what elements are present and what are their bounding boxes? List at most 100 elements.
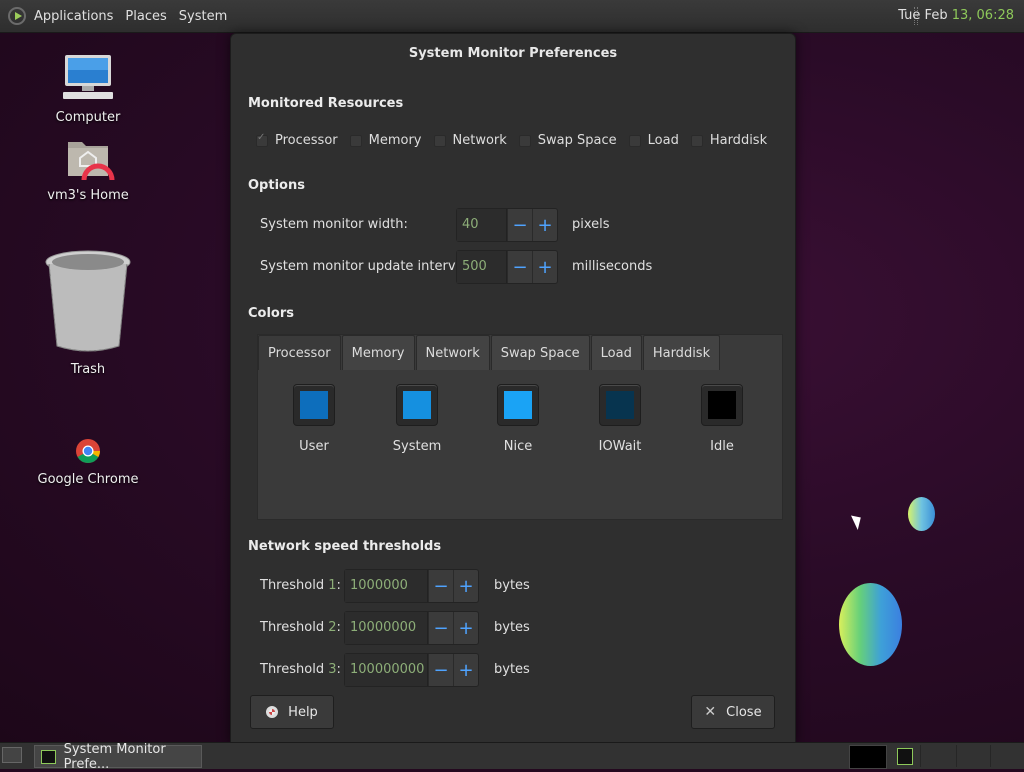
tab-swap-space[interactable]: Swap Space [490,335,590,370]
threshold-1-input[interactable]: 1000000 [345,570,428,602]
threshold-3-input[interactable]: 100000000 [345,654,428,686]
color-button-idle[interactable] [701,384,743,426]
threshold-2-spinner: 10000000 − + [344,611,479,645]
plus-icon[interactable]: + [532,251,557,283]
color-button-system[interactable] [396,384,438,426]
close-button[interactable]: ✕ Close [691,695,775,729]
swatch-nice: Nice [478,384,558,454]
mate-logo-icon[interactable] [8,7,26,25]
colors-tabs: Processor Memory Network Swap Space Load… [258,335,721,370]
minus-icon[interactable]: − [507,251,532,283]
threshold-2-input[interactable]: 10000000 [345,612,428,644]
swatch-user: User [274,384,354,454]
plus-icon[interactable]: + [453,612,478,644]
menu-applications[interactable]: Applications [34,9,113,24]
swatch-label: System [392,439,442,454]
top-panel: Applications Places System Tue Feb 13, 0… [0,0,1024,33]
minus-icon[interactable]: − [428,612,453,644]
checkbox-box[interactable] [628,134,641,147]
checkbox-box[interactable] [690,134,703,147]
width-input[interactable]: 40 [457,209,507,241]
help-button[interactable]: Help [250,695,334,729]
threshold-2-label: Threshold 2: [260,620,341,635]
computer-icon [63,55,113,99]
interval-unit: milliseconds [572,259,653,274]
show-desktop-icon[interactable] [2,747,22,763]
close-icon: ✕ [704,704,717,720]
desktop-icon-label: vm3's Home [47,188,129,203]
color-button-user[interactable] [293,384,335,426]
swatch-label: User [299,439,329,454]
desktop-icon-chrome[interactable]: Google Chrome [33,438,143,487]
checkbox-box[interactable] [349,134,362,147]
desktop-icon-label: Trash [70,362,106,377]
menu-system[interactable]: System [179,9,227,24]
desktop-icon-label: Computer [55,110,121,125]
system-monitor-applet-icon[interactable] [897,748,913,765]
section-monitored-resources: Monitored Resources [248,96,404,111]
checkbox-box[interactable] [256,132,268,147]
threshold-label-suffix: : [336,578,341,593]
swatch-system: System [377,384,457,454]
threshold-1-spinner: 1000000 − + [344,569,479,603]
menu-places[interactable]: Places [125,9,166,24]
checkbox-label: Network [452,133,507,148]
plus-icon[interactable]: + [453,654,478,686]
checkbox-box[interactable] [518,134,531,147]
threshold-label-suffix: : [336,662,341,677]
threshold-label-prefix: Threshold [260,620,329,635]
taskbar-item-system-monitor[interactable]: System Monitor Prefe... [34,742,202,772]
threshold-unit: bytes [494,578,530,593]
checkbox-load[interactable]: Load [628,133,679,148]
chrome-icon [76,439,101,464]
minus-icon[interactable]: − [507,209,532,241]
color-button-nice[interactable] [497,384,539,426]
swatch-idle: Idle [682,384,762,454]
tab-load[interactable]: Load [590,335,642,370]
color-swatch [300,391,328,419]
swatch-iowait: IOWait [580,384,660,454]
help-lifebuoy-icon [266,706,279,718]
threshold-label-suffix: : [336,620,341,635]
checkbox-memory[interactable]: Memory [349,133,422,148]
color-button-iowait[interactable] [599,384,641,426]
workspace-3[interactable] [956,745,993,767]
bottom-panel: System Monitor Prefe... [0,742,1024,772]
workspace-4[interactable] [990,745,1023,767]
minus-icon[interactable]: − [428,654,453,686]
checkbox-network[interactable]: Network [433,133,507,148]
checkbox-processor[interactable]: Processor [256,132,338,148]
desktop-icon-label: Google Chrome [37,472,139,487]
minus-icon[interactable]: − [428,570,453,602]
checkbox-swap-space[interactable]: Swap Space [518,133,617,148]
threshold-unit: bytes [494,662,530,677]
desktop-icon-trash[interactable]: Trash [33,248,143,377]
section-network-thresholds: Network speed thresholds [248,539,442,554]
home-folder-icon [68,142,115,197]
clock[interactable]: Tue Feb 13, 06:28 [898,8,1014,23]
checkbox-label: Processor [275,133,338,148]
tab-memory[interactable]: Memory [341,335,415,370]
width-spinner: 40 − + [456,208,558,242]
swatch-label: IOWait [598,439,642,454]
swatch-label: Nice [503,439,533,454]
plus-icon[interactable]: + [532,209,557,241]
system-monitor-icon [41,749,56,764]
section-colors: Colors [248,306,295,321]
tab-processor[interactable]: Processor [258,335,341,370]
section-options: Options [248,178,305,193]
desktop-icon-home[interactable]: vm3's Home [33,136,143,203]
checkbox-box[interactable] [433,134,446,147]
workspace-2[interactable] [920,745,957,767]
desktop-decoration [908,497,935,531]
plus-icon[interactable]: + [453,570,478,602]
tab-harddisk[interactable]: Harddisk [642,335,721,370]
tab-network[interactable]: Network [415,335,490,370]
checkbox-harddisk[interactable]: Harddisk [690,133,767,148]
help-button-label: Help [288,704,318,720]
threshold-1-label: Threshold 1: [260,578,341,593]
threshold-unit: bytes [494,620,530,635]
interval-input[interactable]: 500 [457,251,507,283]
desktop-icon-computer[interactable]: Computer [33,52,143,125]
workspace-1[interactable] [849,745,887,769]
